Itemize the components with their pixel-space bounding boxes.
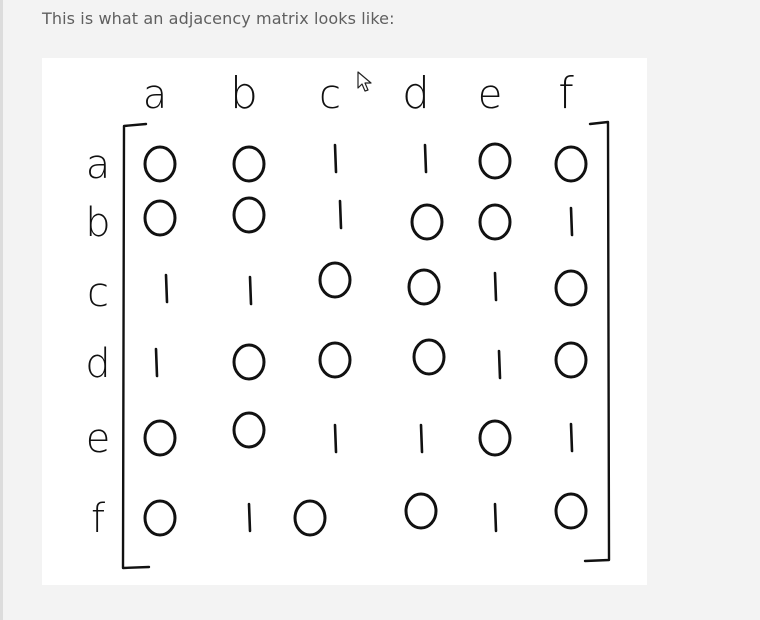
page-left-border: [0, 0, 3, 620]
cell-zero: [143, 199, 177, 237]
cell-one: [423, 143, 428, 174]
cell-one: [338, 199, 343, 230]
cell-zero: [478, 142, 512, 180]
cell-one: [247, 502, 252, 533]
cell-zero: [232, 343, 266, 381]
intro-paragraph: This is what an adjacency matrix looks l…: [42, 9, 395, 28]
mouse-pointer-icon: [357, 71, 372, 92]
column-label-e: e: [478, 72, 503, 118]
column-label-a: a: [143, 72, 168, 118]
cell-one: [419, 423, 424, 454]
cell-one: [333, 143, 338, 174]
cell-one: [493, 271, 498, 302]
cell-one: [569, 422, 574, 453]
cell-one: [248, 275, 253, 306]
cell-zero: [412, 338, 446, 376]
cell-one: [493, 502, 498, 533]
cell-one: [333, 423, 338, 454]
cell-zero: [293, 499, 327, 537]
matrix-cells: [143, 142, 588, 537]
column-label-d: d: [402, 68, 430, 119]
matrix-right-bracket: [583, 120, 611, 563]
cell-zero: [554, 269, 588, 307]
row-label-e: e: [86, 416, 111, 462]
cell-zero: [554, 341, 588, 379]
cell-zero: [410, 203, 444, 241]
page: This is what an adjacency matrix looks l…: [0, 0, 760, 620]
cell-zero: [404, 492, 438, 530]
cell-zero: [554, 492, 588, 530]
cell-zero: [232, 411, 266, 449]
cell-zero: [318, 261, 352, 299]
row-label-c: c: [87, 270, 109, 316]
row-label-d: d: [85, 341, 110, 387]
cell-zero: [143, 499, 177, 537]
row-labels: abcdef: [85, 142, 110, 542]
cell-zero: [143, 419, 177, 457]
cell-one: [497, 349, 502, 380]
row-label-a: a: [86, 142, 111, 188]
cell-zero: [143, 145, 177, 183]
column-label-c: c: [319, 72, 341, 118]
cell-zero: [478, 419, 512, 457]
handwritten-matrix-drawing: abcdef abcdef: [85, 68, 611, 570]
cell-zero: [232, 196, 266, 234]
cell-zero: [407, 268, 441, 306]
row-label-b: b: [85, 200, 110, 246]
cell-zero: [318, 341, 352, 379]
row-label-f: f: [91, 496, 105, 542]
adjacency-matrix-image: abcdef abcdef: [42, 58, 647, 585]
cell-zero: [554, 145, 588, 183]
column-label-b: b: [230, 68, 258, 119]
matrix-left-bracket: [121, 122, 151, 570]
cell-one: [569, 206, 574, 237]
cell-one: [154, 347, 159, 378]
column-label-f: f: [558, 68, 574, 119]
cell-zero: [232, 145, 266, 183]
cell-zero: [478, 203, 512, 241]
cell-one: [164, 273, 169, 304]
